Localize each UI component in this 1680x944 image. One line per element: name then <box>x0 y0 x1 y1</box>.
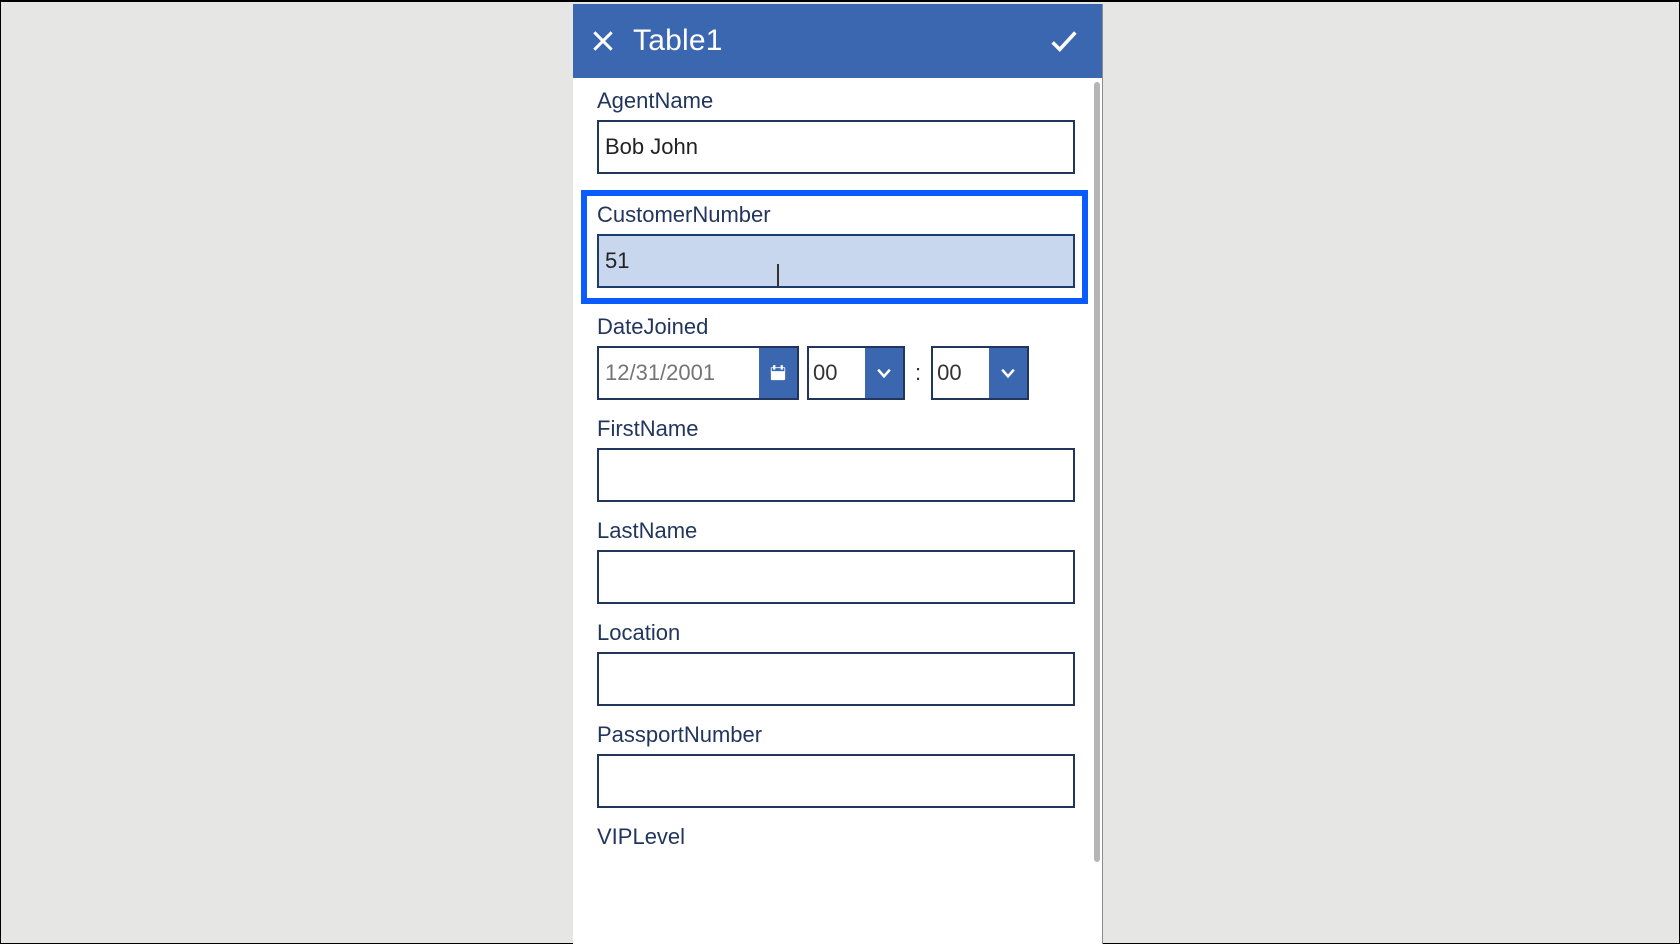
scrollbar-thumb[interactable] <box>1094 82 1100 862</box>
label-passportnumber: PassportNumber <box>597 722 1082 748</box>
input-date[interactable] <box>599 348 759 398</box>
text-cursor <box>777 264 779 288</box>
field-passportnumber: PassportNumber <box>597 722 1082 808</box>
input-passportnumber[interactable] <box>597 754 1075 808</box>
app-canvas: Table1 AgentName CustomerNumber DateJoin… <box>0 0 1680 944</box>
field-firstname: FirstName <box>597 416 1082 502</box>
label-customernumber: CustomerNumber <box>597 202 1072 228</box>
input-customernumber[interactable] <box>597 234 1075 288</box>
input-location[interactable] <box>597 652 1075 706</box>
field-datejoined: DateJoined : <box>597 314 1082 400</box>
field-customernumber: CustomerNumber <box>581 190 1088 304</box>
edit-form-panel: Table1 AgentName CustomerNumber DateJoin… <box>573 4 1103 944</box>
label-agentname: AgentName <box>597 88 1082 114</box>
input-minute[interactable] <box>933 348 989 398</box>
label-firstname: FirstName <box>597 416 1082 442</box>
minute-dropdown-button[interactable] <box>989 348 1027 398</box>
minute-picker <box>931 346 1029 400</box>
check-icon <box>1047 24 1081 58</box>
input-agentname[interactable] <box>597 120 1075 174</box>
datejoined-row: : <box>597 346 1082 400</box>
form-title: Table1 <box>633 24 723 58</box>
field-viplevel: VIPLevel <box>597 824 1082 850</box>
input-hour[interactable] <box>809 348 865 398</box>
close-button[interactable] <box>573 4 633 78</box>
form-header: Table1 <box>573 4 1102 78</box>
chevron-down-icon <box>874 363 894 383</box>
label-datejoined: DateJoined <box>597 314 1082 340</box>
label-location: Location <box>597 620 1082 646</box>
chevron-down-icon <box>998 363 1018 383</box>
date-picker <box>597 346 799 400</box>
field-location: Location <box>597 620 1082 706</box>
calendar-icon <box>769 364 787 382</box>
form-body: AgentName CustomerNumber DateJoined <box>573 78 1102 944</box>
field-lastname: LastName <box>597 518 1082 604</box>
input-firstname[interactable] <box>597 448 1075 502</box>
label-lastname: LastName <box>597 518 1082 544</box>
close-icon <box>590 28 616 54</box>
time-separator: : <box>913 346 923 400</box>
submit-button[interactable] <box>1034 4 1094 78</box>
input-lastname[interactable] <box>597 550 1075 604</box>
calendar-button[interactable] <box>759 348 797 398</box>
hour-picker <box>807 346 905 400</box>
field-agentname: AgentName <box>597 88 1082 174</box>
hour-dropdown-button[interactable] <box>865 348 903 398</box>
label-viplevel: VIPLevel <box>597 824 1082 850</box>
